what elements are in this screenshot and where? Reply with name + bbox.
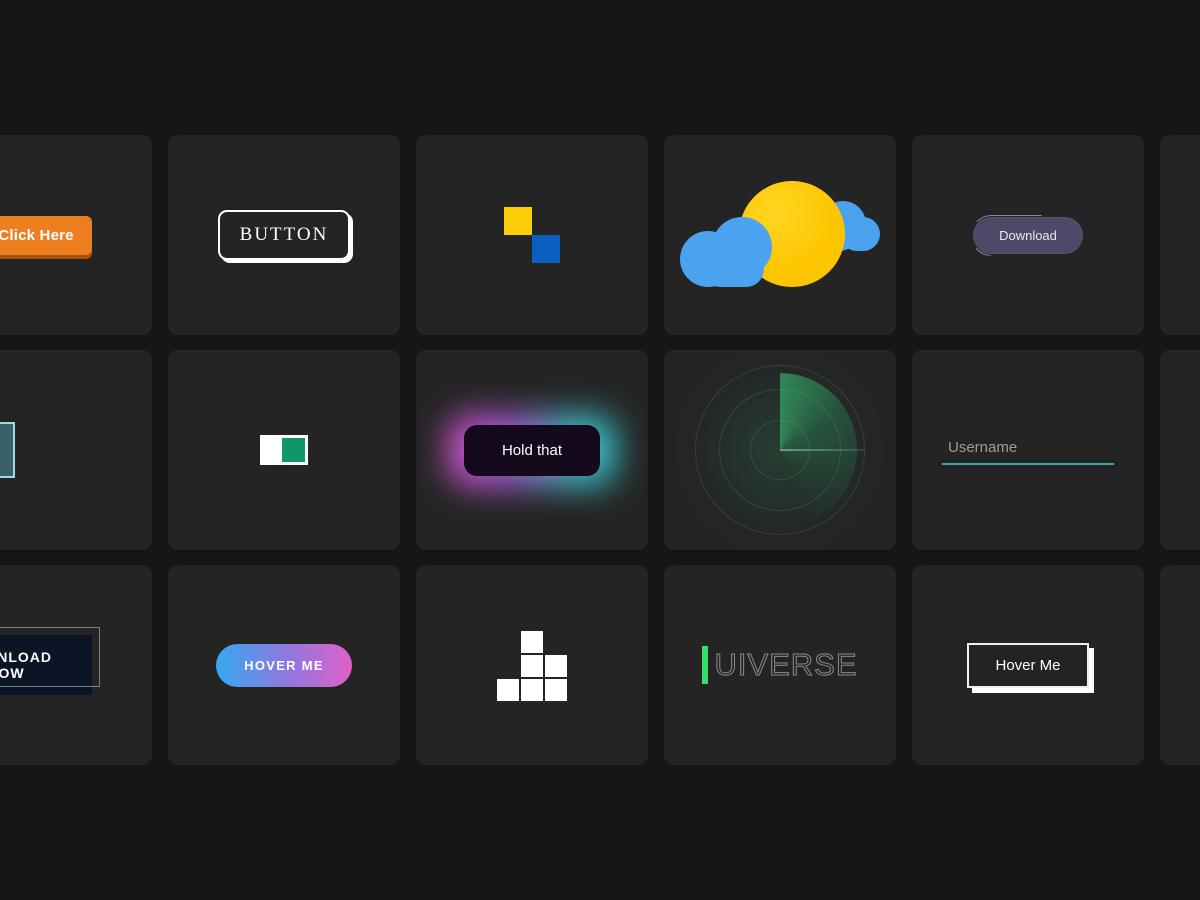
uiverse-logo-text: UIVERSE — [714, 647, 858, 683]
teal-rectangle-icon[interactable] — [0, 422, 15, 478]
hold-that-glow: Hold that — [463, 424, 601, 476]
button-outline-button[interactable]: BUTTON — [217, 210, 351, 260]
cloud-left-base-icon — [702, 251, 764, 287]
sun-cloud-icon — [680, 175, 880, 295]
component-grid: Click Here BUTTON Download Hold that Use… — [0, 135, 1200, 765]
card-uiverse-logo: UIVERSE — [664, 565, 896, 765]
tetris-stairs-icon — [496, 629, 568, 701]
tetris-cell-icon — [521, 655, 543, 677]
tetris-cell-icon — [545, 655, 567, 677]
download-now-button[interactable]: DOWNLOAD NOW — [0, 627, 100, 695]
card-download-now: DOWNLOAD NOW — [0, 565, 152, 765]
card-blue-circle — [1160, 135, 1200, 335]
two-squares-icon — [504, 207, 560, 263]
yellow-square-icon — [504, 207, 532, 235]
radar-scanner-icon[interactable] — [673, 350, 887, 550]
username-input[interactable] — [942, 435, 1114, 465]
click-here-button[interactable]: Click Here — [0, 215, 92, 255]
card-tetris-squares — [416, 565, 648, 765]
uiverse-logo: UIVERSE — [702, 646, 857, 684]
card-weather — [664, 135, 896, 335]
hold-that-button[interactable]: Hold that — [463, 424, 601, 476]
blue-square-icon — [532, 235, 560, 263]
card-hold-that: Hold that — [416, 350, 648, 550]
tetris-cell-icon — [545, 679, 567, 701]
card-rounded-outline — [1160, 565, 1200, 765]
card-username-field — [912, 350, 1144, 550]
tetris-cell-icon — [521, 679, 543, 701]
tetris-cell-icon — [497, 679, 519, 701]
tetris-cell-icon — [521, 631, 543, 653]
cursor-bar-icon — [702, 646, 709, 684]
card-ios-switch: iOS S — [1160, 350, 1200, 550]
gallery-board: Click Here BUTTON Download Hold that Use… — [0, 0, 1200, 900]
card-teal-rect — [0, 350, 152, 550]
card-radar — [664, 350, 896, 550]
username-field-wrap — [942, 435, 1114, 465]
card-click-here: Click Here — [0, 135, 152, 335]
card-two-squares — [416, 135, 648, 335]
card-button-outline: BUTTON — [168, 135, 400, 335]
hover-me-gradient-button[interactable]: HOVER ME — [216, 643, 352, 687]
card-download-pill: Download — [912, 135, 1144, 335]
green-toggle-switch[interactable] — [260, 435, 308, 465]
card-hover-me-gradient: HOVER ME — [168, 565, 400, 765]
card-hover-me-3d: Hover Me — [912, 565, 1144, 765]
toggle-knob-icon — [282, 438, 305, 462]
hover-me-3d-button[interactable]: Hover Me — [967, 642, 1089, 688]
card-green-toggle — [168, 350, 400, 550]
download-button[interactable]: Download — [973, 216, 1083, 254]
cloud-right-base-icon — [840, 217, 880, 251]
radar-beam-icon — [780, 449, 865, 451]
